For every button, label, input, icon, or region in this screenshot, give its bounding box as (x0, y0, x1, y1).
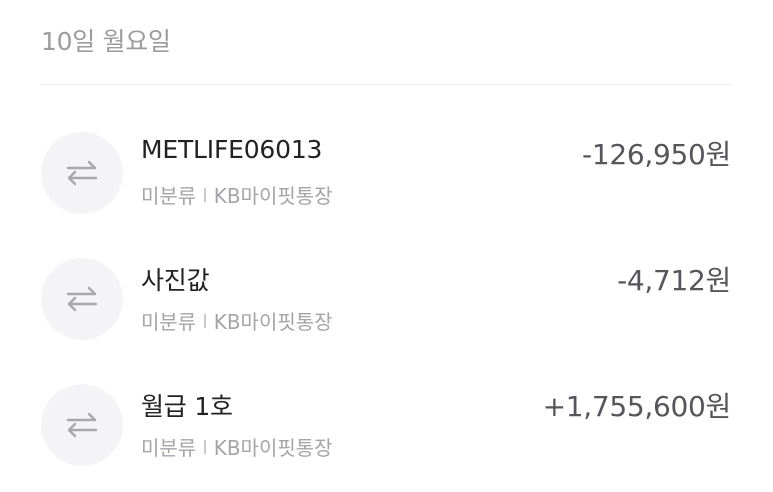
divider (41, 84, 732, 85)
transaction-amount: +1,755,600원 (542, 390, 732, 423)
transaction-row[interactable]: 월급 1호 미분류 KB마이핏통장 +1,755,600원 (0, 382, 773, 492)
transaction-row[interactable]: METLIFE06013 미분류 KB마이핏통장 -126,950원 (0, 130, 773, 240)
meta-separator (204, 313, 206, 328)
transaction-meta: 미분류 KB마이핏통장 (141, 180, 333, 209)
transaction-category: 미분류 (141, 436, 197, 460)
meta-separator (204, 439, 206, 454)
transaction-account: KB마이핏통장 (213, 436, 333, 460)
transaction-title: 사진값 (141, 266, 210, 295)
transaction-avatar (41, 132, 123, 214)
transaction-title: 월급 1호 (141, 392, 233, 421)
date-header: 10일 월요일 (41, 27, 171, 56)
transaction-avatar (41, 258, 123, 340)
transaction-category: 미분류 (141, 310, 197, 334)
transaction-title: METLIFE06013 (141, 135, 323, 164)
transfer-arrows-icon (66, 286, 98, 312)
transfer-arrows-icon (66, 412, 98, 438)
transaction-amount: -126,950원 (582, 138, 731, 171)
transfer-arrows-icon (66, 160, 98, 186)
transaction-meta: 미분류 KB마이핏통장 (141, 432, 333, 461)
transaction-meta: 미분류 KB마이핏통장 (141, 306, 333, 335)
transaction-avatar (41, 384, 123, 466)
transaction-account: KB마이핏통장 (213, 184, 333, 208)
transaction-amount: -4,712원 (617, 264, 731, 297)
transaction-category: 미분류 (141, 184, 197, 208)
meta-separator (204, 187, 206, 202)
transaction-row[interactable]: 사진값 미분류 KB마이핏통장 -4,712원 (0, 256, 773, 366)
transaction-account: KB마이핏통장 (213, 310, 333, 334)
